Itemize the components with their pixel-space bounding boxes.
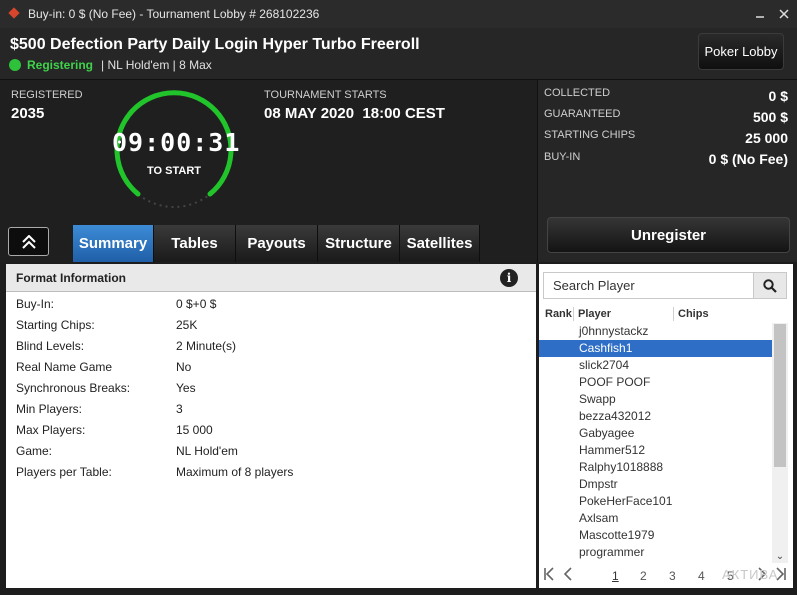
col-rank[interactable]: Rank (545, 308, 572, 320)
format-row-value: 2 Minute(s) (176, 339, 237, 353)
close-icon[interactable] (772, 4, 796, 24)
format-row-value: 3 (176, 402, 183, 416)
format-row-value: 15 000 (176, 423, 213, 437)
player-list-panel: Rank Player Chips j0hnnystackzCashfish1s… (539, 264, 793, 588)
format-row-value: NL Hold'em (176, 444, 238, 458)
format-row-label: Synchronous Breaks: (16, 381, 131, 395)
format-row-value: 0 $+0 $ (176, 297, 217, 311)
search-icon (763, 278, 777, 293)
player-list-header: Rank Player Chips (539, 305, 772, 323)
format-row-label: Min Players: (16, 402, 83, 416)
game-meta: | NL Hold'em | 8 Max (101, 58, 212, 72)
player-row[interactable]: bezza432012 (539, 408, 772, 425)
info-icon[interactable]: i (500, 269, 518, 287)
registered-count: 2035 (11, 105, 45, 122)
page-4-link[interactable]: 4 (698, 569, 705, 583)
format-row-value: Maximum of 8 players (176, 465, 294, 479)
starting-chips-label: STARTING CHIPS (544, 129, 636, 141)
collected-value: 0 $ (768, 88, 788, 104)
activation-watermark: АКТИВА (722, 567, 779, 582)
unregister-button[interactable]: Unregister (547, 217, 790, 253)
timer-caption: TO START (147, 165, 201, 177)
col-player[interactable]: Player (578, 308, 611, 320)
player-rows: j0hnnystackz Cashfish1 slick2704 POOF POOF S… (539, 323, 772, 561)
lobby-tabs: Summary Tables Payouts Structure Satelli… (73, 225, 480, 262)
search-button[interactable] (753, 272, 787, 299)
status-row: Registering | NL Hold'em | 8 Max (9, 58, 212, 72)
app-logo-icon (8, 8, 20, 20)
format-row-label: Players per Table: (16, 465, 112, 479)
guaranteed-value: 500 $ (752, 109, 788, 125)
tournament-header: $500 Defection Party Daily Login Hyper T… (0, 28, 797, 80)
scroll-down-icon[interactable]: ⌄ (772, 551, 788, 563)
buyin-value: 0 $ (No Fee) (708, 151, 788, 167)
prize-stats-panel: COLLECTED 0 $ GUARANTEED 500 $ STARTING … (537, 80, 797, 262)
player-row[interactable]: Gabyagee (539, 425, 772, 442)
format-row-label: Real Name Game (16, 360, 113, 374)
player-row[interactable]: slick2704 (539, 357, 772, 374)
player-row[interactable]: Swapp (539, 391, 772, 408)
format-row-label: Game: (16, 444, 53, 458)
player-row[interactable]: POOF POOF (539, 374, 772, 391)
player-row[interactable]: Axlsam (539, 510, 772, 527)
tab-payouts[interactable]: Payouts (236, 225, 318, 262)
player-row[interactable]: Ralphy1018888 (539, 459, 772, 476)
format-row-label: Max Players: (16, 423, 86, 437)
player-row[interactable]: Hammer512 (539, 442, 772, 459)
guaranteed-label: GUARANTEED (544, 108, 621, 120)
format-row-value: No (176, 360, 192, 374)
window-title: Buy-in: 0 $ (No Fee) - Tournament Lobby … (28, 7, 320, 21)
minimize-icon[interactable] (748, 4, 772, 24)
tournament-title: $500 Defection Party Daily Login Hyper T… (10, 36, 420, 53)
player-row[interactable]: Cashfish1 (539, 340, 772, 357)
status-dot-icon (9, 59, 21, 71)
starts-label: TOURNAMENT STARTS (264, 89, 387, 101)
col-chips[interactable]: Chips (678, 308, 709, 320)
countdown-timer: 09:00:31 TO START (112, 88, 241, 212)
buyin-label: BUY-IN (544, 151, 581, 163)
player-row[interactable]: Dmpstr (539, 476, 772, 493)
page-3-link[interactable]: 3 (669, 569, 676, 583)
timer-digits: 09:00:31 (112, 128, 241, 157)
page-1-link[interactable]: 1 (612, 569, 619, 583)
player-row[interactable]: PokeHerFace101 (539, 493, 772, 510)
search-player-input[interactable] (543, 272, 759, 299)
format-row-value: Yes (176, 381, 196, 395)
player-list-scrollbar[interactable]: ⌄ (772, 323, 788, 563)
collapse-button[interactable] (8, 227, 49, 256)
title-bar: Buy-in: 0 $ (No Fee) - Tournament Lobby … (0, 0, 797, 28)
starts-value: 08 MAY 2020 18:00 CEST (264, 105, 445, 122)
format-information-panel: Format Information i Buy-In: 0 $+0 $ Sta… (6, 264, 536, 588)
tab-tables[interactable]: Tables (154, 225, 236, 262)
first-page-icon[interactable] (543, 567, 555, 584)
page-2-link[interactable]: 2 (640, 569, 647, 583)
player-row[interactable]: j0hnnystackz (539, 323, 772, 340)
starting-chips-value: 25 000 (745, 130, 788, 146)
collected-label: COLLECTED (544, 87, 611, 99)
tab-summary[interactable]: Summary (73, 225, 154, 262)
poker-lobby-button[interactable]: Poker Lobby (698, 33, 784, 70)
format-row-value: 25K (176, 318, 198, 332)
format-row-label: Buy-In: (16, 297, 55, 311)
info-panel: REGISTERED 2035 09:00:31 TO START TOURNA… (0, 80, 537, 262)
player-row[interactable]: Mascotte1979 (539, 527, 772, 544)
format-row-label: Blind Levels: (16, 339, 85, 353)
format-heading-text: Format Information (16, 270, 126, 285)
format-heading: Format Information i (6, 264, 536, 292)
tab-satellites[interactable]: Satellites (400, 225, 480, 262)
format-row-label: Starting Chips: (16, 318, 95, 332)
previous-page-icon[interactable] (563, 567, 573, 584)
status-label: Registering (27, 58, 94, 72)
tab-structure[interactable]: Structure (318, 225, 400, 262)
registered-label: REGISTERED (11, 89, 83, 101)
double-chevron-up-icon (21, 234, 36, 249)
player-row[interactable]: programmer (539, 544, 772, 561)
scrollbar-thumb[interactable] (774, 324, 786, 467)
